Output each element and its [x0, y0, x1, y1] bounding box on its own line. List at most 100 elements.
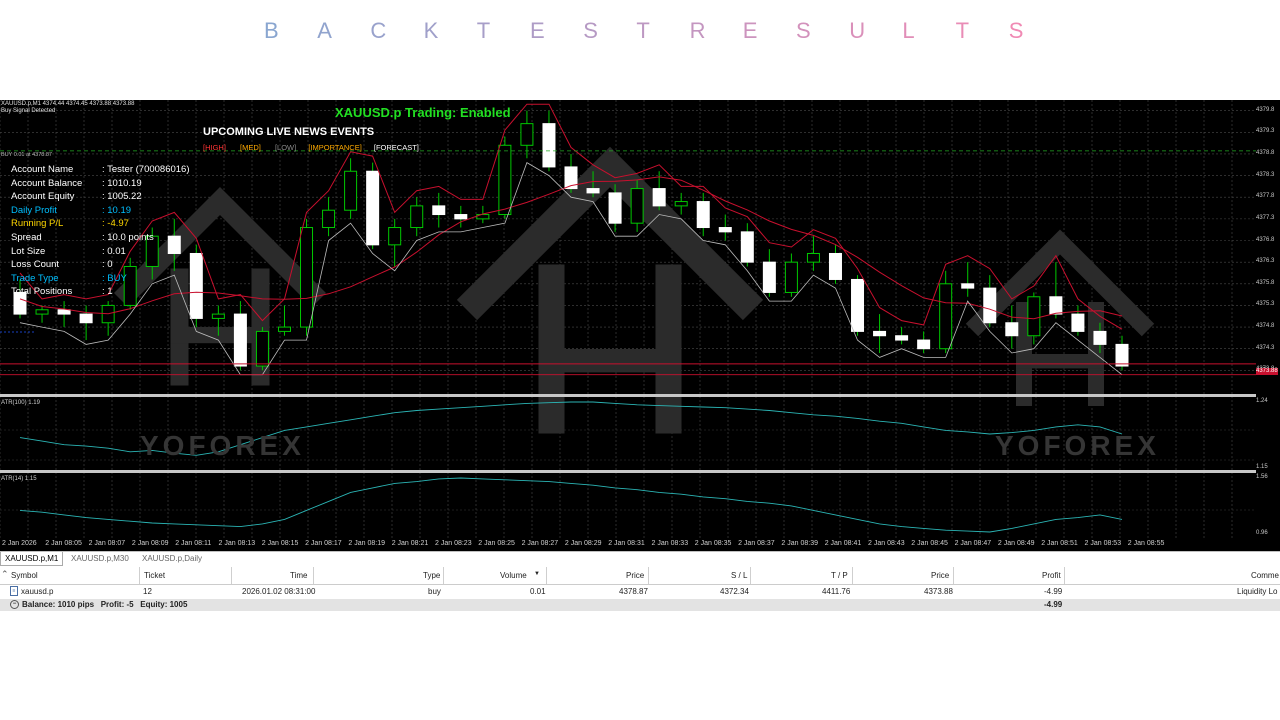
candle-body	[344, 170, 358, 211]
tab-m30[interactable]: XAUUSD.p,M30	[71, 554, 129, 563]
candle-body	[300, 227, 314, 328]
col-volume[interactable]: Volume	[500, 571, 527, 580]
title-letter: E	[742, 18, 758, 43]
price-tick: 4377.3	[1256, 214, 1275, 221]
table-row[interactable]: ≡ xauusd.p 12 2026.01.02 08:31:00 buy 0.…	[0, 585, 1280, 598]
sort-icon[interactable]: ⌃	[1, 569, 9, 580]
time-tick: 2 Jan 08:15	[261, 540, 299, 547]
time-tick: 2 Jan 08:13	[218, 540, 256, 547]
candle-body	[520, 123, 534, 146]
candle-body	[851, 278, 865, 332]
time-tick: 2 Jan 08:09	[131, 540, 169, 547]
candle-body	[696, 201, 710, 229]
sort-desc-icon[interactable]: ▼	[534, 571, 540, 577]
candle-body	[454, 214, 468, 220]
position-icon: ≡	[10, 586, 18, 596]
divider	[852, 567, 853, 584]
col-tp[interactable]: T / P	[831, 571, 848, 580]
price-tick: 4377.8	[1256, 193, 1275, 200]
price-scale[interactable]: 4379.8 4379.3 4378.8 4378.3 4377.8 4377.3 4376…	[1256, 100, 1280, 538]
time-tick: 2 Jan 08:27	[521, 540, 559, 547]
time-tick: 2 Jan 2026	[2, 540, 37, 547]
candle-body	[1005, 322, 1019, 337]
title-letter: E	[530, 18, 545, 43]
candle-body	[167, 235, 181, 254]
col-price[interactable]: Price	[626, 571, 644, 580]
title-letter: T	[955, 18, 970, 43]
candle-body	[895, 335, 909, 341]
time-tick: 2 Jan 08:37	[738, 540, 775, 547]
tab-daily[interactable]: XAUUSD.p,Daily	[142, 554, 202, 563]
time-tick: 2 Jan 08:49	[997, 540, 1035, 547]
col-type[interactable]: Type	[423, 571, 440, 580]
info-value: : 1005.22	[102, 191, 142, 203]
col-ticket[interactable]: Ticket	[144, 571, 165, 580]
time-tick: 2 Jan 08:39	[781, 540, 818, 547]
col-profit[interactable]: Profit	[1042, 571, 1061, 580]
news-legend-high: [HIGH]	[203, 143, 226, 152]
divider	[953, 567, 954, 584]
news-legend-low: [LOW]	[274, 143, 297, 152]
divider	[1064, 567, 1065, 584]
candle-body	[1115, 343, 1129, 367]
time-tick: 2 Jan 08:41	[824, 540, 862, 547]
time-tick: 2 Jan 08:25	[478, 540, 515, 547]
atr100-min: 1.15	[1256, 464, 1268, 470]
cell-type: buy	[428, 587, 441, 596]
info-value: : 10.0 points	[102, 232, 154, 243]
candle-body	[917, 339, 931, 350]
cell-price: 4378.87	[619, 587, 648, 596]
title-letter: S	[1008, 18, 1024, 43]
time-tick: 2 Jan 08:31	[608, 540, 645, 547]
backtest-results-title: BACKTESTRESULTS	[0, 18, 1280, 54]
time-tick: 2 Jan 08:55	[1127, 540, 1165, 547]
pane-separator	[0, 394, 1256, 397]
table-header: ⌃ Symbol Ticket Time Type Volume ▼ Price…	[0, 567, 1280, 585]
symbol-info: XAUUSD.p,M1 4374.44 4374.45 4373.88 4373…	[1, 101, 135, 107]
candle-body	[79, 313, 93, 324]
time-tick: 2 Jan 08:53	[1084, 540, 1122, 547]
title-letter: T	[476, 18, 491, 43]
time-tick: 2 Jan 08:33	[651, 540, 689, 547]
col-symbol[interactable]: Symbol	[11, 571, 38, 580]
candle-body	[740, 231, 754, 263]
signal-text: Buy Signal Detected	[1, 108, 56, 114]
info-value: : 1010.19	[102, 177, 142, 189]
info-value: : 0.01	[102, 245, 126, 257]
balance-summary: Balance: 1010 pips Profit: -5 Equity: 10…	[22, 600, 188, 609]
col-current-price[interactable]: Price	[931, 571, 949, 580]
cell-tp: 4411.76	[822, 587, 851, 596]
candle-body	[366, 170, 380, 246]
col-sl[interactable]: S / L	[731, 571, 747, 580]
price-tick: 4379.8	[1256, 106, 1275, 113]
time-tick: 2 Jan 08:43	[868, 540, 905, 547]
time-tick: 2 Jan 08:05	[45, 540, 82, 547]
tab-m1[interactable]: XAUUSD.p,M1	[0, 552, 64, 566]
col-comment[interactable]: Comme	[1251, 571, 1279, 580]
time-tick: 2 Jan 08:11	[175, 540, 212, 547]
time-tick: 2 Jan 08:35	[694, 540, 732, 547]
time-tick: 2 Jan 08:21	[391, 540, 429, 547]
info-value: : 0	[102, 259, 113, 271]
col-time[interactable]: Time	[290, 571, 307, 580]
price-tick: 4376.3	[1256, 258, 1275, 265]
chart-tabs[interactable]: XAUUSD.p,M1 XAUUSD.p,M30 XAUUSD.p,Daily	[0, 551, 1280, 566]
divider	[231, 567, 232, 584]
cell-volume: 0.01	[530, 587, 546, 596]
candle-body	[35, 309, 49, 315]
title-letter: L	[902, 18, 915, 43]
title-letter: A	[317, 18, 332, 43]
info-value: : BUY	[102, 272, 127, 284]
info-label: Lot Size	[11, 245, 46, 257]
cell-sl: 4372.34	[720, 587, 749, 596]
balance-icon: −	[10, 600, 19, 609]
candle-body	[322, 209, 336, 229]
price-chart-window[interactable]: XAUUSD.p,M1 4374.44 4374.45 4373.88 4373…	[0, 100, 1256, 538]
atr14-max: 1.56	[1256, 474, 1268, 480]
news-legend-forecast: [FORECAST]	[373, 143, 419, 152]
candle-body	[762, 261, 776, 293]
news-legend: [HIGH] [MED] [LOW] [IMPORTANCE] [FORECAS…	[203, 143, 419, 152]
candle-body	[784, 261, 798, 293]
price-tick: 4378.3	[1256, 171, 1275, 178]
candle-body	[630, 188, 644, 224]
